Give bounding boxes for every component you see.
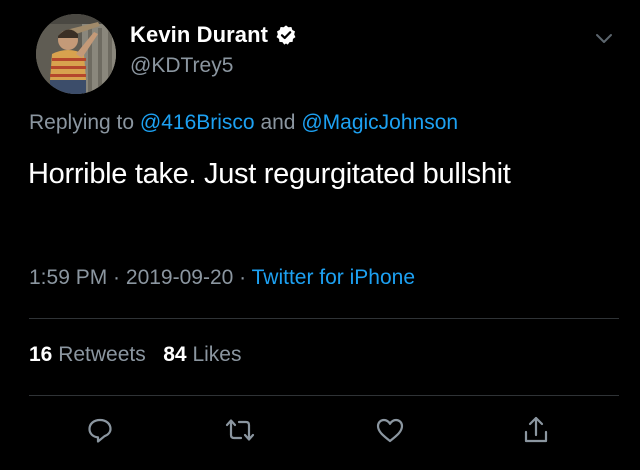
tweet-date[interactable]: 2019-09-20 [126,266,233,289]
meta-separator: · [107,266,126,289]
chevron-down-icon[interactable] [594,32,614,46]
retweet-button[interactable] [222,412,258,448]
verified-badge-icon [275,24,297,46]
avatar[interactable] [36,14,116,94]
retweets-count: 16 [29,343,53,366]
divider [29,318,619,319]
engagement-stats: 16 Retweets 84 Likes [29,343,241,367]
mention-link[interactable]: @MagicJohnson [301,111,458,134]
mention-link[interactable]: @416Brisco [140,111,255,134]
tweet-card: Kevin Durant @KDTrey5 Replying to @416Br… [0,0,640,470]
likes-count: 84 [163,343,187,366]
heart-icon [376,418,404,443]
share-icon [524,416,548,443]
reply-prefix: Replying to [29,111,140,134]
retweets-stat[interactable]: 16 Retweets [29,343,146,366]
meta-separator: · [233,266,252,289]
retweets-label: Retweets [52,343,146,366]
user-handle[interactable]: @KDTrey5 [130,54,233,78]
likes-label: Likes [186,343,242,366]
share-button[interactable] [518,412,554,448]
display-name[interactable]: Kevin Durant [130,22,268,48]
avatar-photo [36,14,116,94]
reply-joiner: and [254,111,302,134]
tweet-text: Horrible take. Just regurgitated bullshi… [28,158,511,190]
divider [29,395,619,396]
like-button[interactable] [372,412,408,448]
tweet-time[interactable]: 1:59 PM [29,266,107,289]
author-name-row[interactable]: Kevin Durant [130,22,297,48]
reply-button[interactable] [82,412,118,448]
tweet-source[interactable]: Twitter for iPhone [252,266,415,289]
reply-context: Replying to @416Brisco and @MagicJohnson [29,111,458,135]
tweet-metadata: 1:59 PM · 2019-09-20 · Twitter for iPhon… [29,266,415,290]
likes-stat[interactable]: 84 Likes [163,343,241,366]
reply-icon [88,418,112,443]
retweet-icon [225,419,255,441]
